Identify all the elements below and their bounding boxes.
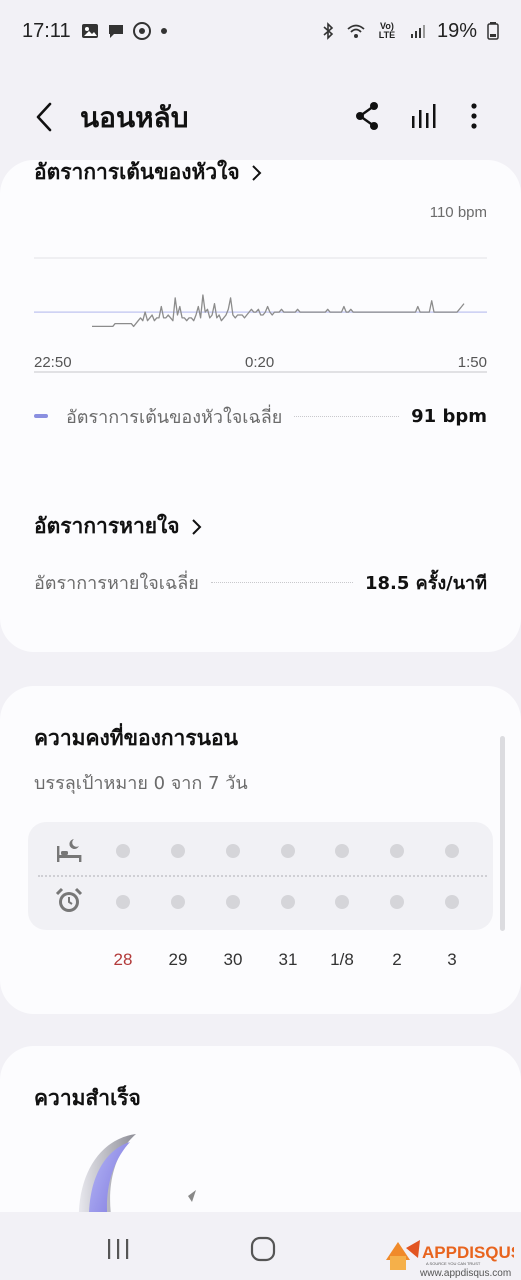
x-tick-label: 22:50 [34, 354, 72, 371]
achievements-title: ความสำเร็จ [34, 1086, 141, 1110]
notification-dot-icon [160, 28, 167, 34]
status-time: 17:11 [22, 19, 71, 42]
network-label: Vo) LTE [378, 21, 396, 40]
day-label: 31 [278, 950, 298, 969]
x-tick-label: 1:50 [457, 354, 487, 371]
bedtime-dot [281, 844, 295, 858]
back-icon[interactable] [30, 100, 60, 134]
consistency-subtitle: บรรลุเป้าหมาย 0 จาก 7 วัน [34, 773, 248, 794]
bedtime-dot [390, 844, 404, 858]
day-label: 1/8 [330, 950, 354, 969]
day-label: 3 [447, 950, 457, 969]
consistency-grid [28, 822, 493, 930]
battery-icon [487, 22, 499, 40]
respiration-title: อัตราการหายใจ [34, 514, 180, 538]
share-icon[interactable] [352, 100, 382, 132]
chevron-right-icon [191, 518, 202, 535]
scrollbar-thumb[interactable] [500, 736, 505, 931]
heart-rate-series-line [92, 294, 465, 328]
bedtime-dot [226, 844, 240, 858]
chat-icon [108, 25, 123, 38]
respiration-average-value: 18.5 ครั้ง/นาที [364, 572, 487, 594]
heart-rate-title: อัตราการเต้นของหัวใจ [34, 160, 240, 184]
heart-respiration-card: อัตราการเต้นของหัวใจ 110 bpm 22:50 0:20 … [0, 160, 521, 652]
home-icon[interactable] [250, 1236, 276, 1262]
watermark-logo: APPDISQUS A SOURCE YOU CAN TRUST www.app… [386, 1240, 514, 1278]
respiration-header[interactable]: อัตราการหายใจ [34, 510, 202, 543]
day-label: 28 [113, 950, 133, 969]
day-label: 29 [168, 950, 188, 969]
wakeup-dot [281, 895, 295, 909]
bedtime-dot [171, 844, 185, 858]
status-bar: 17:11 Vo) LTE 19% [0, 0, 521, 62]
battery-percent: 19% [436, 19, 477, 42]
day-label: 2 [392, 950, 402, 969]
x-tick-label: 0:20 [245, 354, 275, 371]
watermark-tagline: A SOURCE YOU CAN TRUST [426, 1261, 481, 1266]
chevron-right-icon [251, 164, 262, 181]
watermark-url: www.appdisqus.com [419, 1268, 511, 1278]
wakeup-dot [445, 895, 459, 909]
wakeup-dot [335, 895, 349, 909]
respiration-average-label: อัตราการหายใจเฉลี่ย [34, 572, 199, 594]
wifi-icon [347, 24, 365, 38]
consistency-title: ความคงที่ของการนอน [34, 726, 238, 750]
bedtime-dot [445, 844, 459, 858]
bluetooth-icon [323, 22, 334, 40]
recent-apps-icon[interactable] [106, 1238, 130, 1260]
bed-icon [57, 839, 82, 862]
hr-average-label: อัตราการเต้นของหัวใจเฉลี่ย [66, 406, 283, 428]
wakeup-dot [171, 895, 185, 909]
gallery-icon [81, 24, 98, 38]
bedtime-dot [116, 844, 130, 858]
wakeup-dot [226, 895, 240, 909]
respiration-average-row: อัตราการหายใจเฉลี่ย 18.5 ครั้ง/นาที [34, 568, 487, 596]
chrome-icon [132, 22, 151, 40]
bar-chart-icon[interactable] [408, 100, 440, 132]
bedtime-dot [335, 844, 349, 858]
wakeup-dot [390, 895, 404, 909]
heart-rate-chart [34, 257, 487, 373]
app-bar: นอนหลับ [0, 86, 521, 148]
y-max-label: 110 bpm [429, 204, 487, 221]
hr-average-row: อัตราการเต้นของหัวใจเฉลี่ย 91 bpm [34, 402, 487, 430]
heart-rate-header[interactable]: อัตราการเต้นของหัวใจ [34, 156, 262, 189]
sleep-consistency-card[interactable]: ความคงที่ของการนอน บรรลุเป้าหมาย 0 จาก 7… [0, 686, 521, 1014]
page-title: นอนหลับ [80, 101, 189, 134]
wakeup-dot [116, 895, 130, 909]
alarm-clock-icon [55, 887, 83, 912]
watermark-brand: APPDISQUS [422, 1243, 514, 1262]
day-label: 30 [223, 950, 243, 969]
signal-icon [410, 25, 425, 38]
more-vert-icon[interactable] [462, 100, 486, 132]
system-nav-bar: APPDISQUS A SOURCE YOU CAN TRUST www.app… [0, 1212, 521, 1280]
hr-average-value: 91 bpm [411, 405, 487, 427]
legend-swatch [34, 414, 48, 418]
